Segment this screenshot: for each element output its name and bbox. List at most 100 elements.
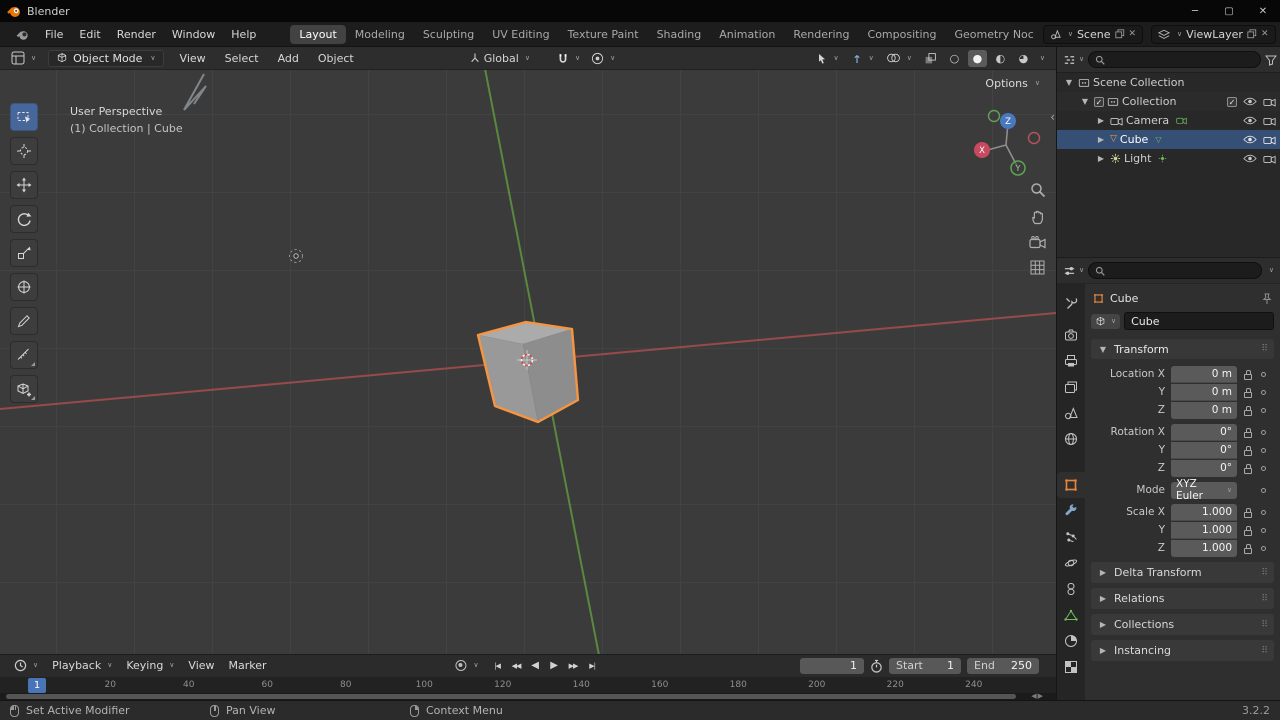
outliner-row-collection[interactable]: ▼ ✓ Collection ✓ — [1057, 92, 1280, 111]
shading-rendered-button[interactable]: ◕ — [1014, 50, 1033, 67]
stopwatch-icon[interactable] — [870, 659, 883, 673]
rotation-x-field[interactable]: 0° — [1171, 424, 1237, 441]
shading-wireframe-button[interactable]: ○ — [945, 50, 964, 67]
tab-object[interactable] — [1057, 472, 1085, 498]
outliner-row-scene-collection[interactable]: ▼ Scene Collection — [1057, 73, 1280, 92]
proportional-edit-toggle[interactable]: ∨ — [587, 50, 619, 67]
menu-timeline-view[interactable]: View — [181, 657, 221, 674]
pan-hand-icon[interactable] — [1030, 209, 1046, 225]
exclude-checkbox[interactable]: ✓ — [1227, 97, 1237, 107]
options-button[interactable]: Options ∨ — [985, 77, 1040, 90]
drag-dots-icon[interactable]: ⠿ — [1261, 594, 1268, 604]
outliner-row-camera[interactable]: ▶ Camera — [1057, 111, 1280, 130]
scrollbar-thumb[interactable] — [6, 694, 1016, 699]
previous-keyframe-button[interactable]: ◀◀ — [508, 658, 525, 674]
section-instancing[interactable]: ▶Instancing⠿ — [1091, 640, 1274, 661]
tool-select-box[interactable] — [10, 103, 38, 131]
lock-icon[interactable] — [1244, 388, 1253, 397]
workspace-tab-shading[interactable]: Shading — [648, 25, 711, 44]
location-y-field[interactable]: 0 m — [1171, 384, 1237, 401]
tab-view-layer[interactable] — [1057, 374, 1085, 400]
keyframe-dot-icon[interactable] — [1261, 488, 1266, 493]
rotation-y-field[interactable]: 0° — [1171, 442, 1237, 459]
section-delta-transform[interactable]: ▶Delta Transform⠿ — [1091, 562, 1274, 583]
workspace-tab-layout[interactable]: Layout — [290, 25, 345, 44]
xray-toggle[interactable] — [920, 50, 941, 67]
drag-dots-icon[interactable]: ⠿ — [1261, 646, 1268, 656]
section-relations[interactable]: ▶Relations⠿ — [1091, 588, 1274, 609]
disclosure-right-icon[interactable]: ▶ — [1095, 116, 1107, 125]
keyframe-dot-icon[interactable] — [1261, 528, 1266, 533]
drag-dots-icon[interactable]: ⠿ — [1261, 568, 1268, 578]
auto-keying-toggle[interactable] — [455, 660, 466, 671]
eye-icon[interactable] — [1243, 135, 1257, 144]
lock-icon[interactable] — [1244, 370, 1253, 379]
menu-view[interactable]: View — [172, 50, 214, 67]
scrollbar-arrows-icon[interactable]: ◀▶ — [1031, 692, 1044, 700]
mode-select[interactable]: Object Mode ∨ — [48, 50, 163, 67]
zoom-icon[interactable] — [1030, 182, 1046, 198]
section-collections[interactable]: ▶Collections⠿ — [1091, 614, 1274, 635]
remove-view-layer-icon[interactable]: ✕ — [1261, 29, 1269, 39]
tab-physics[interactable] — [1057, 550, 1085, 576]
tab-modifiers[interactable] — [1057, 498, 1085, 524]
outliner-search[interactable] — [1088, 51, 1261, 68]
properties-editor-type-button[interactable]: ∨ — [1063, 265, 1084, 277]
lock-icon[interactable] — [1244, 428, 1253, 437]
maximize-button[interactable]: ▢ — [1212, 0, 1246, 22]
camera-render-icon[interactable] — [1263, 97, 1276, 107]
current-frame-field[interactable]: 1 — [800, 658, 864, 674]
workspace-tab-uv-editing[interactable]: UV Editing — [483, 25, 558, 44]
transform-orientation-select[interactable]: Global ∨ — [465, 50, 534, 67]
new-scene-icon[interactable] — [1115, 29, 1125, 39]
scale-x-field[interactable]: 1.000 — [1171, 504, 1237, 521]
overlays-toggle[interactable]: ∨ — [882, 50, 916, 66]
tab-world[interactable] — [1057, 426, 1085, 452]
next-keyframe-button[interactable]: ▶▶ — [565, 658, 582, 674]
location-x-field[interactable]: 0 m — [1171, 366, 1237, 383]
tab-material[interactable] — [1057, 628, 1085, 654]
pin-icon[interactable] — [1262, 293, 1272, 305]
keyframe-dot-icon[interactable] — [1261, 510, 1266, 515]
unlink-scene-icon[interactable]: ✕ — [1129, 29, 1137, 39]
camera-render-icon[interactable] — [1263, 116, 1276, 126]
jump-to-start-button[interactable]: |◀ — [489, 658, 506, 674]
tab-particles[interactable] — [1057, 524, 1085, 550]
menu-help[interactable]: Help — [223, 25, 264, 44]
tool-cursor[interactable] — [10, 137, 38, 165]
outliner-editor-type-button[interactable]: ∨ — [1063, 54, 1084, 66]
rotation-mode-select[interactable]: XYZ Euler∨ — [1171, 482, 1237, 499]
keyframe-dot-icon[interactable] — [1261, 546, 1266, 551]
play-reverse-button[interactable]: ◀ — [527, 658, 544, 674]
lock-icon[interactable] — [1244, 464, 1253, 473]
tab-tool[interactable] — [1057, 290, 1085, 316]
editor-type-button[interactable]: ∨ — [7, 49, 40, 67]
object-id-button[interactable]: ∨ — [1091, 314, 1120, 329]
tab-object-data[interactable] — [1057, 602, 1085, 628]
start-frame-field[interactable]: Start1 — [889, 658, 961, 674]
playhead[interactable]: 1 — [28, 678, 46, 693]
shading-solid-button[interactable]: ● — [968, 50, 987, 67]
lock-icon[interactable] — [1244, 544, 1253, 553]
tab-constraints[interactable] — [1057, 576, 1085, 602]
keyframe-dot-icon[interactable] — [1261, 466, 1266, 471]
minimize-button[interactable]: ─ — [1178, 0, 1212, 22]
keyframe-dot-icon[interactable] — [1261, 408, 1266, 413]
tool-move[interactable] — [10, 171, 38, 199]
properties-search[interactable] — [1088, 262, 1262, 279]
eye-icon[interactable] — [1243, 154, 1257, 163]
rotation-z-field[interactable]: 0° — [1171, 460, 1237, 477]
disclosure-down-icon[interactable]: ▼ — [1063, 78, 1075, 87]
menu-file[interactable]: File — [37, 25, 71, 44]
workspace-tab-modeling[interactable]: Modeling — [346, 25, 414, 44]
drag-dots-icon[interactable]: ⠿ — [1261, 344, 1268, 354]
drag-dots-icon[interactable]: ⠿ — [1261, 620, 1268, 630]
jump-to-end-button[interactable]: ▶| — [584, 658, 601, 674]
menu-add[interactable]: Add — [270, 50, 307, 67]
menu-playback[interactable]: Playback∨ — [45, 657, 119, 674]
menu-edit[interactable]: Edit — [71, 25, 108, 44]
object-visibility-button[interactable]: ∨ — [812, 50, 843, 67]
light-gizmo[interactable] — [287, 247, 305, 265]
gizmos-toggle[interactable]: ∨ — [847, 50, 878, 67]
tab-scene[interactable] — [1057, 400, 1085, 426]
